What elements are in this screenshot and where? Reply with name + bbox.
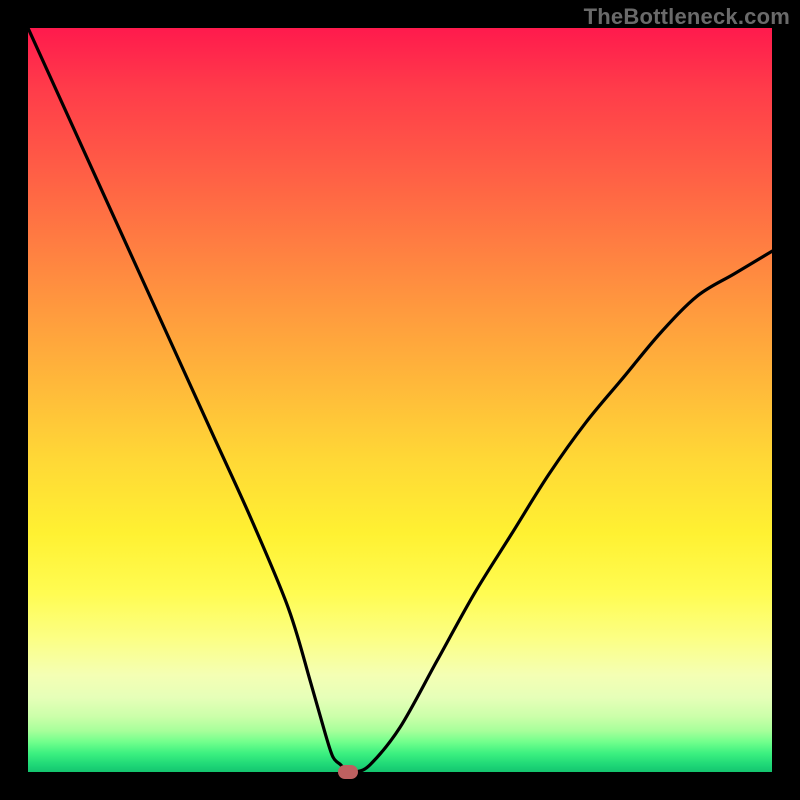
- optimal-marker: [338, 765, 358, 779]
- plot-area: [28, 28, 772, 772]
- chart-frame: TheBottleneck.com: [0, 0, 800, 800]
- bottleneck-curve: [28, 28, 772, 772]
- watermark-text: TheBottleneck.com: [584, 4, 790, 30]
